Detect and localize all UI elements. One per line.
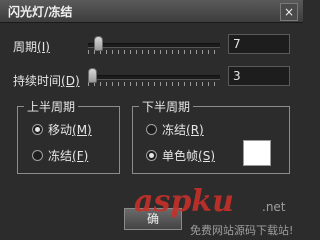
duration-slider[interactable] [88, 67, 220, 89]
duration-slider-thumb[interactable] [88, 68, 97, 83]
close-button[interactable]: × [280, 3, 298, 21]
upper-freeze-hotkey: (F) [72, 149, 89, 163]
period-slider-track [88, 43, 220, 48]
lower-freeze-label-text: 冻结 [162, 123, 187, 137]
upper-half-period-title: 上半周期 [24, 98, 79, 115]
period-label: 周期(I) [13, 38, 50, 55]
upper-move-label-text: 移动 [48, 123, 73, 137]
upper-freeze-label-text: 冻结 [48, 149, 73, 163]
lower-solid-frame-label[interactable]: 单色帧(S) [162, 147, 215, 164]
upper-freeze-radio[interactable] [32, 150, 43, 161]
lower-freeze-hotkey: (R) [186, 123, 204, 137]
period-slider-thumb[interactable] [94, 36, 103, 51]
period-value-field[interactable]: 7 [228, 34, 290, 54]
watermark-brand: aspku [134, 184, 234, 219]
lower-half-period-title: 下半周期 [139, 98, 194, 115]
watermark-subtitle: 免费网站源码下载站! [190, 224, 294, 237]
duration-label-text: 持续时间 [13, 74, 62, 88]
upper-freeze-label[interactable]: 冻结(F) [48, 147, 88, 164]
lower-solid-frame-label-text: 单色帧 [162, 149, 199, 163]
duration-label-hotkey: (D) [61, 74, 80, 88]
lower-solid-frame-radio[interactable] [146, 150, 157, 161]
upper-move-radio[interactable] [32, 124, 43, 135]
window-title: 闪光灯/冻结 [8, 5, 73, 19]
lower-solid-frame-hotkey: (S) [198, 149, 215, 163]
lower-freeze-radio[interactable] [146, 124, 157, 135]
duration-slider-ticks [88, 82, 220, 86]
lower-freeze-label[interactable]: 冻结(R) [162, 121, 204, 138]
title-bar: 闪光灯/冻结 × [0, 0, 303, 23]
upper-move-label[interactable]: 移动(M) [48, 121, 92, 138]
period-slider-ticks [88, 50, 220, 54]
duration-value-field[interactable]: 3 [228, 66, 290, 86]
watermark-suffix: .net [262, 200, 286, 214]
duration-label: 持续时间(D) [13, 72, 80, 89]
duration-slider-track [88, 75, 220, 80]
period-slider[interactable] [88, 35, 220, 57]
period-label-text: 周期 [13, 40, 38, 54]
color-swatch[interactable] [243, 140, 271, 166]
period-label-hotkey: (I) [37, 40, 50, 54]
upper-move-hotkey: (M) [72, 123, 92, 137]
